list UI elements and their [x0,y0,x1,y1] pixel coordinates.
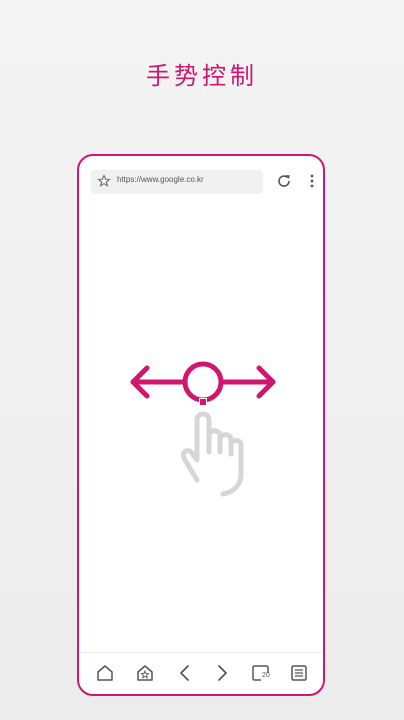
forward-icon[interactable] [212,663,232,683]
web-content [79,202,323,654]
bookmarks-home-icon[interactable] [135,663,155,683]
hand-pointer-icon [181,411,244,497]
phone-frame: https://www.google.co.kr 20 [77,154,325,696]
tabs-button[interactable]: 20 [251,663,273,683]
back-icon[interactable] [175,663,195,683]
browser-toolbar: https://www.google.co.kr [79,156,323,202]
address-bar[interactable]: https://www.google.co.kr [91,170,263,194]
page-title: 手势控制 [146,62,258,90]
bottom-navigation: 20 [79,652,323,694]
address-bar-url[interactable]: https://www.google.co.kr [117,175,204,184]
star-icon[interactable] [97,174,111,188]
menu-list-icon[interactable] [289,663,309,683]
home-icon[interactable] [95,663,115,683]
refresh-icon[interactable] [275,172,293,190]
more-vert-icon[interactable] [303,172,321,190]
swipe-gesture-icon [130,361,276,497]
tab-count: 20 [262,672,270,679]
